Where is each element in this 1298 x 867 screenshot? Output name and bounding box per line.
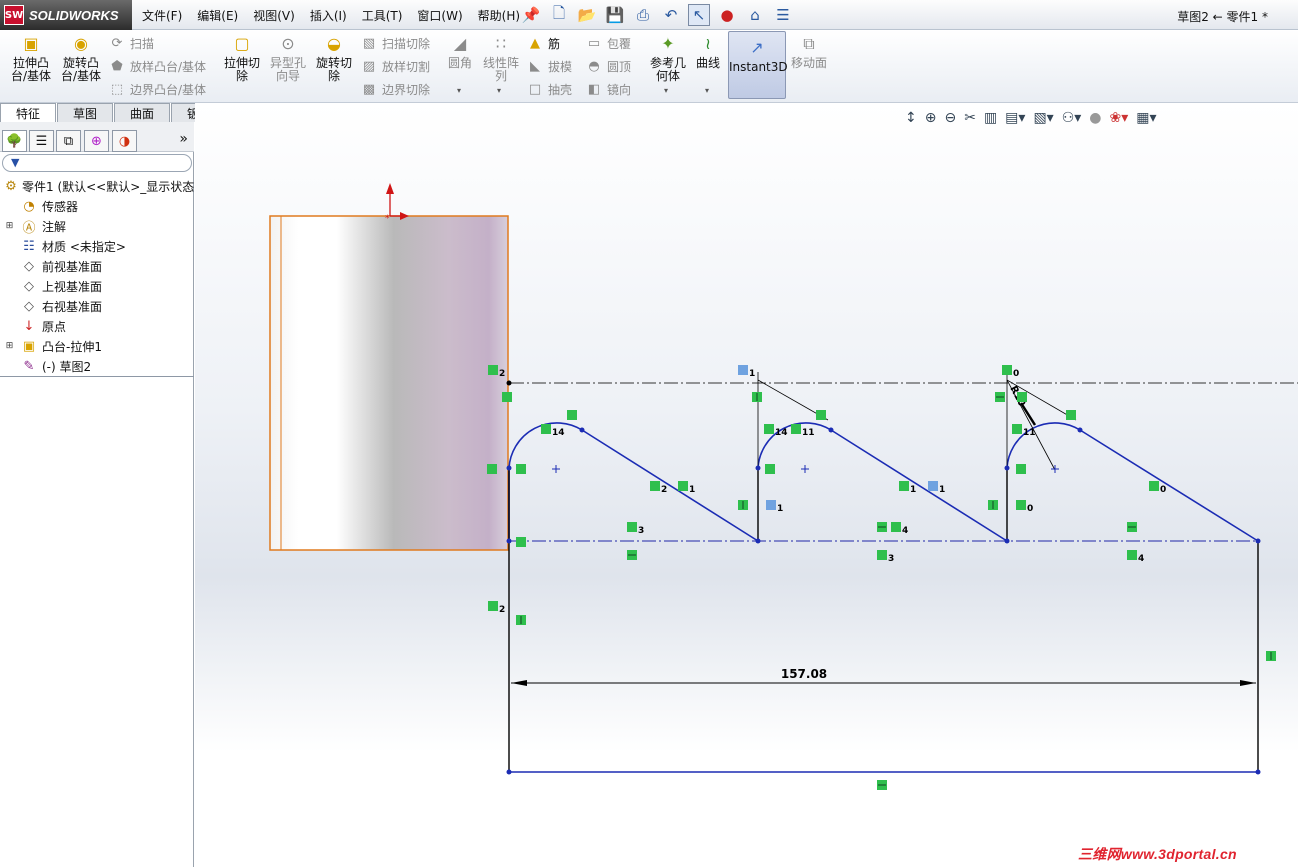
- relation-label: 2: [661, 485, 667, 495]
- equal-relation-icon: [891, 522, 901, 532]
- parallel-relation-icon: [678, 481, 688, 491]
- relation-label: 1: [939, 485, 945, 495]
- length-dimension[interactable]: 157.08: [511, 667, 1256, 686]
- relation-label: 11: [1023, 428, 1036, 438]
- construction-lines: [757, 372, 1077, 541]
- tangent-relation-icon: [1016, 464, 1026, 474]
- coincident-relation-icon: [488, 365, 498, 375]
- parallel-relation-icon: [627, 522, 637, 532]
- relation-label: 0: [1027, 504, 1033, 514]
- coincident-relation-icon: [766, 500, 776, 510]
- equal-relation-icon: [791, 424, 801, 434]
- sketch-points[interactable]: [506, 380, 1261, 775]
- relation-label: 1: [910, 485, 916, 495]
- sketch-profile[interactable]: [508, 422, 1259, 773]
- relation-label: 1: [749, 369, 755, 379]
- coincident-relation-icon: [516, 537, 526, 547]
- arc-center-marks: [552, 465, 1059, 473]
- relation-label: 2: [499, 605, 505, 615]
- equal-relation-icon: [1012, 424, 1022, 434]
- sketch-canvas[interactable]: * 157.08 2 14 2 1 3 2 1 14 11 1 1 1 4 3 …: [0, 0, 1298, 867]
- relation-label: 0: [1013, 369, 1019, 379]
- relation-label: 11: [802, 428, 815, 438]
- coincident-relation-icon: [1017, 392, 1027, 402]
- coincident-relation-icon: [928, 481, 938, 491]
- coincident-relation-icon: [502, 392, 512, 402]
- coincident-relation-icon: [1002, 365, 1012, 375]
- relation-glyph-strokes: [520, 393, 1272, 786]
- parallel-relation-icon: [899, 481, 909, 491]
- tangent-relation-icon: [1066, 410, 1076, 420]
- extruded-cylinder-body[interactable]: [269, 215, 509, 551]
- relation-label: 14: [775, 428, 788, 438]
- relation-label: 1: [777, 504, 783, 514]
- equal-relation-icon: [764, 424, 774, 434]
- svg-text:*: *: [385, 214, 390, 224]
- coincident-relation-icon: [516, 464, 526, 474]
- tangent-relation-icon: [816, 410, 826, 420]
- relation-label: 0: [1160, 485, 1166, 495]
- site-watermark: 三维网www.3dportal.cn: [1078, 846, 1237, 862]
- relation-label: 3: [638, 526, 644, 536]
- relation-label: 3: [888, 554, 894, 564]
- relation-label: 1: [689, 485, 695, 495]
- sketch-relations: 2 14 2 1 3 2 1 14 11 1 1 1 4 3 0 11 0 0 …: [487, 365, 1276, 790]
- coincident-relation-icon: [488, 601, 498, 611]
- relation-label: 4: [1138, 554, 1144, 564]
- coincident-relation-icon: [738, 365, 748, 375]
- tangent-relation-icon: [487, 464, 497, 474]
- length-dimension-value[interactable]: 157.08: [781, 667, 827, 681]
- relation-label: 2: [499, 369, 505, 379]
- tangent-relation-icon: [765, 464, 775, 474]
- parallel-relation-icon: [1149, 481, 1159, 491]
- relation-label: 14: [552, 428, 565, 438]
- tangent-relation-icon: [567, 410, 577, 420]
- parallel-relation-icon: [877, 550, 887, 560]
- relation-label: 4: [902, 526, 908, 536]
- equal-relation-icon: [1127, 550, 1137, 560]
- equal-relation-icon: [541, 424, 551, 434]
- coincident-relation-icon: [1016, 500, 1026, 510]
- parallel-relation-icon: [650, 481, 660, 491]
